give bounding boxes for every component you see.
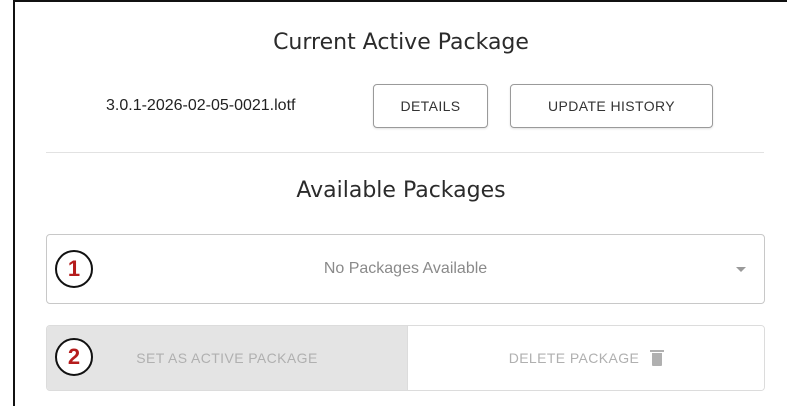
delete-package-button[interactable]: DELETE PACKAGE: [407, 326, 764, 390]
annotation-badge-1: 1: [55, 250, 93, 288]
delete-package-label: DELETE PACKAGE: [508, 350, 640, 366]
update-history-button[interactable]: UPDATE HISTORY: [510, 84, 713, 128]
trash-icon: [650, 350, 665, 366]
set-active-package-label: SET AS ACTIVE PACKAGE: [136, 350, 318, 366]
details-button[interactable]: DETAILS: [373, 84, 488, 128]
section-divider: [46, 152, 764, 153]
package-actions: SET AS ACTIVE PACKAGE DELETE PACKAGE: [46, 325, 765, 391]
package-panel: Current Active Package 3.0.1-2026-02-05-…: [13, 0, 787, 406]
annotation-badge-2: 2: [55, 338, 93, 376]
set-active-package-button[interactable]: SET AS ACTIVE PACKAGE: [47, 326, 407, 390]
current-package-name: 3.0.1-2026-02-05-0021.lotf: [106, 97, 296, 114]
current-package-title: Current Active Package: [273, 30, 529, 55]
package-select[interactable]: No Packages Available: [46, 234, 765, 304]
caret-down-icon[interactable]: [736, 267, 746, 272]
available-packages-title: Available Packages: [296, 178, 506, 203]
current-package-row: 3.0.1-2026-02-05-0021.lotf DETAILS UPDAT…: [15, 82, 787, 130]
package-select-value: No Packages Available: [323, 260, 488, 277]
